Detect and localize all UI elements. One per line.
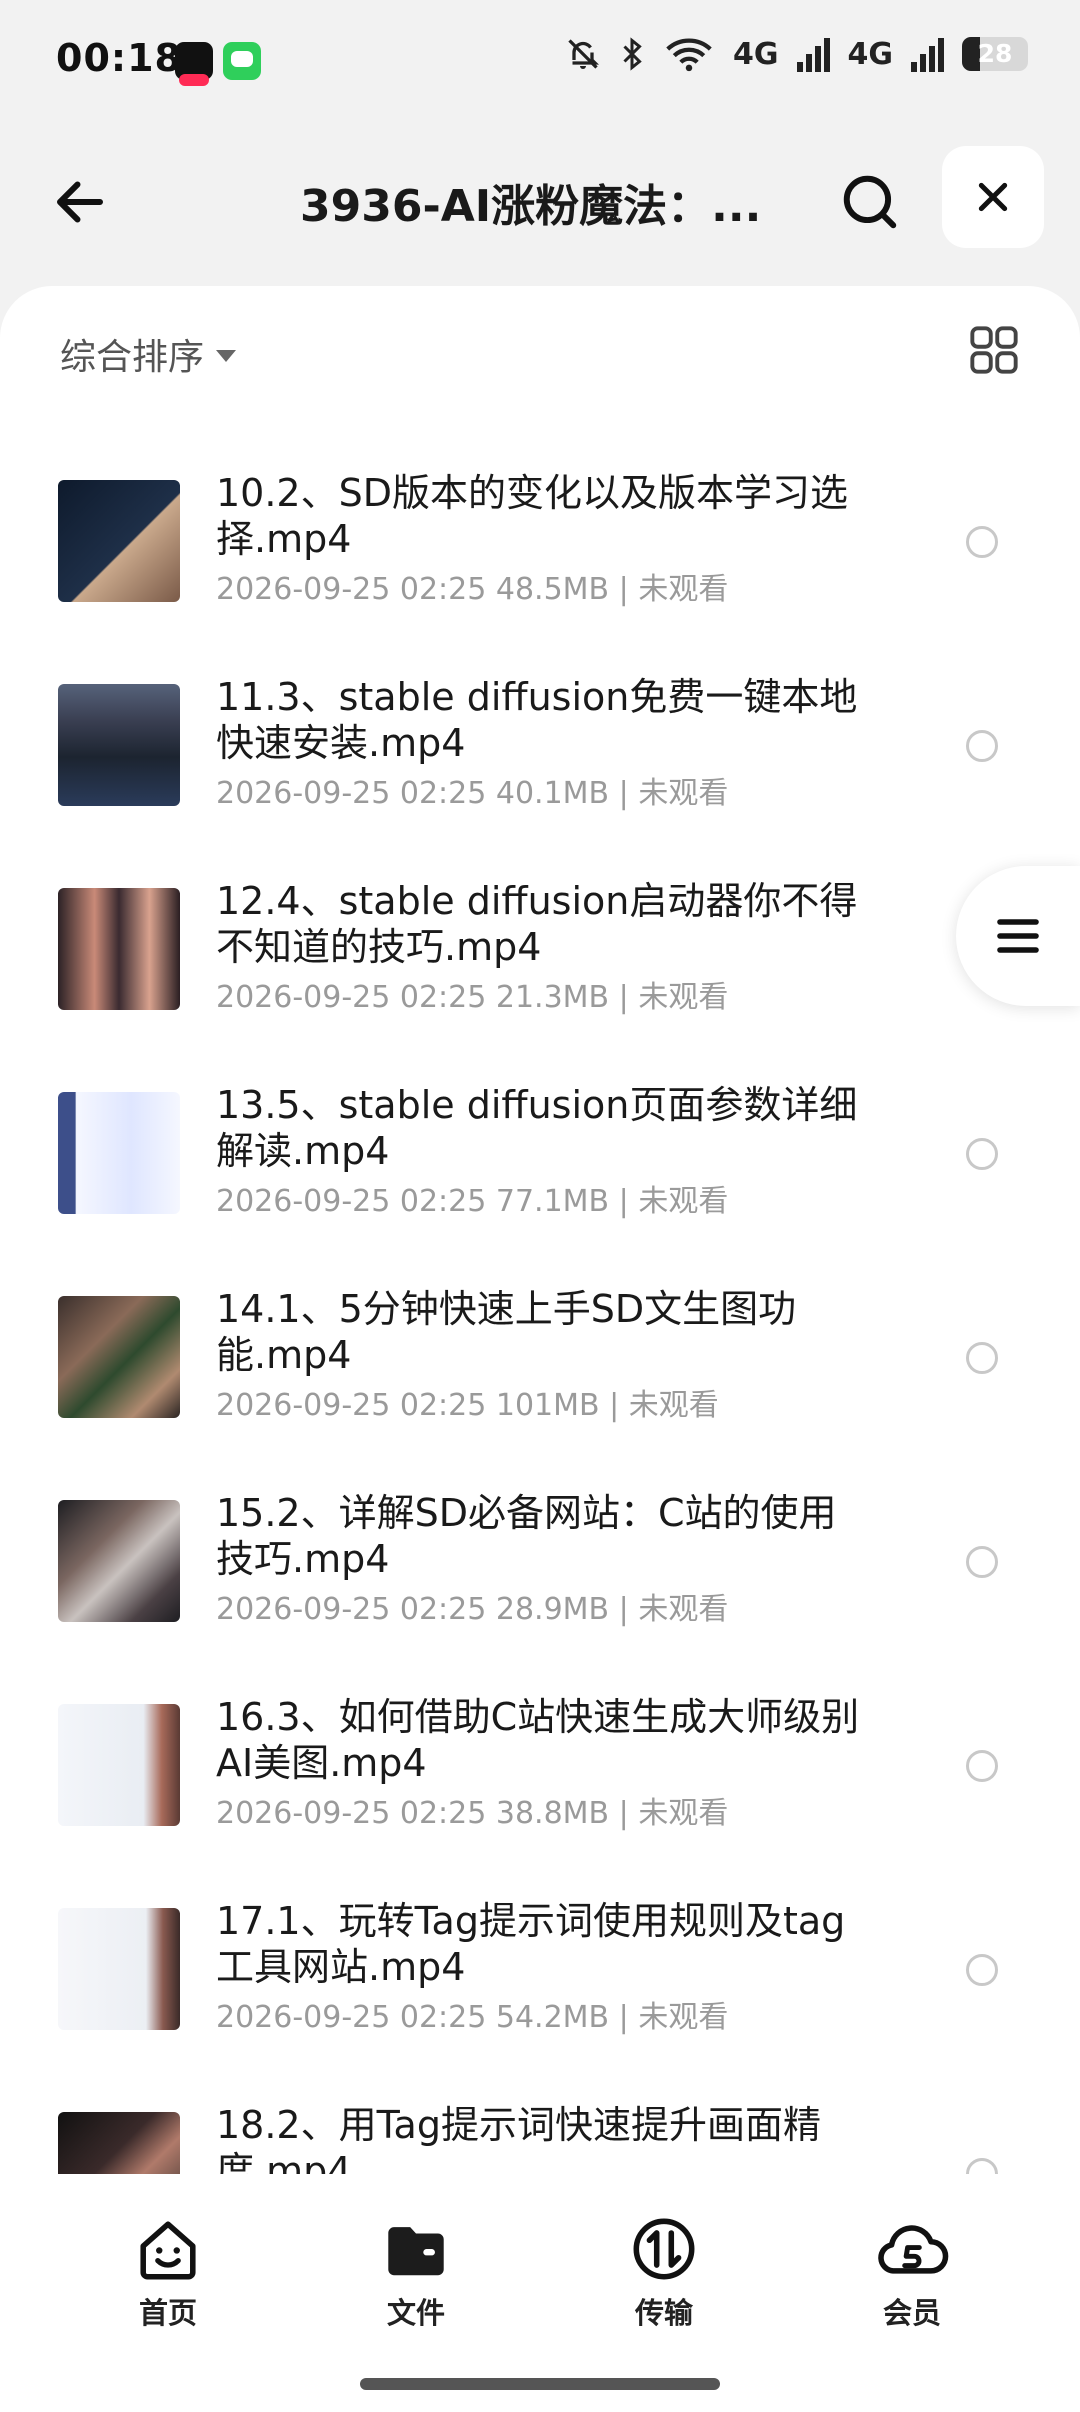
signal-icon	[911, 36, 944, 72]
sort-label: 综合排序	[60, 337, 205, 378]
file-name: 13.5、stable diffusion页面参数详细解读.mp4	[216, 1083, 858, 1173]
file-item[interactable]: 14.1、5分钟快速上手SD文生图功能.mp4 2026-09-25 02:25…	[0, 1272, 1080, 1476]
file-name: 14.1、5分钟快速上手SD文生图功能.mp4	[216, 1287, 797, 1377]
select-radio[interactable]	[966, 1138, 998, 1170]
file-item[interactable]: 17.1、玩转Tag提示词使用规则及tag工具网站.mp4 2026-09-25…	[0, 1884, 1080, 2088]
tiktok-icon	[175, 42, 213, 86]
nav-label: 文件	[386, 2296, 445, 2330]
sort-dropdown[interactable]: 综合排序	[60, 328, 237, 380]
battery-icon: 28	[962, 37, 1028, 71]
file-name: 12.4、stable diffusion启动器你不得不知道的技巧.mp4	[216, 879, 858, 969]
folder-icon	[388, 2227, 444, 2276]
select-radio[interactable]	[966, 1546, 998, 1578]
close-icon	[978, 182, 1008, 212]
file-meta: 2026-09-25 02:25 48.5MB | 未观看	[216, 572, 729, 607]
nav-transfer[interactable]: 传输	[584, 2214, 744, 2332]
wifi-icon	[666, 38, 712, 72]
video-thumbnail	[58, 888, 180, 1010]
search-icon	[843, 175, 897, 229]
select-radio[interactable]	[966, 1954, 998, 1986]
file-meta: 2026-09-25 02:25 101MB | 未观看	[216, 1388, 719, 1423]
signal-icon	[796, 36, 830, 72]
status-time: 00:18	[56, 36, 182, 80]
close-button[interactable]	[942, 146, 1044, 248]
file-item[interactable]: 11.3、stable diffusion免费一键本地快速安装.mp4 2026…	[0, 660, 1080, 864]
header: 3936-AI涨粉魔法：...	[0, 140, 1080, 260]
battery-level: 28	[977, 39, 1013, 68]
nav-files[interactable]: 文件	[336, 2214, 496, 2332]
file-item[interactable]: 13.5、stable diffusion页面参数详细解读.mp4 2026-0…	[0, 1068, 1080, 1272]
select-radio[interactable]	[966, 730, 998, 762]
mute-bell-icon	[568, 39, 599, 69]
bluetooth-icon	[623, 37, 642, 71]
file-meta: 2026-09-25 02:25 21.3MB | 未观看	[216, 980, 729, 1015]
file-name: 17.1、玩转Tag提示词使用规则及tag工具网站.mp4	[216, 1899, 846, 1989]
nav-label: 会员	[882, 2296, 941, 2330]
home-smile-icon	[140, 2221, 196, 2280]
menu-icon	[997, 919, 1039, 953]
caret-down-icon	[216, 350, 237, 362]
file-meta: 2026-09-25 02:25 40.1MB | 未观看	[216, 776, 729, 811]
nav-label: 传输	[634, 2296, 693, 2330]
file-list-panel: 综合排序 10.2、SD版本的变化以及版本学习选择.mp4 2026-09-25…	[0, 286, 1080, 2412]
bottom-nav: 首页 文件 传输 会员	[0, 2174, 1080, 2412]
file-meta: 2026-09-25 02:25 54.2MB | 未观看	[216, 2000, 729, 2035]
grid-icon[interactable]	[968, 324, 1020, 376]
transfer-icon	[633, 2218, 695, 2280]
file-name: 10.2、SD版本的变化以及版本学习选择.mp4	[216, 471, 848, 561]
network-label: 4G	[847, 36, 894, 72]
file-item[interactable]: 10.2、SD版本的变化以及版本学习选择.mp4 2026-09-25 02:2…	[0, 456, 1080, 660]
select-radio[interactable]	[966, 1342, 998, 1374]
file-meta: 2026-09-25 02:25 28.9MB | 未观看	[216, 1592, 729, 1627]
file-item[interactable]: 15.2、详解SD必备网站：C站的使用技巧.mp4 2026-09-25 02:…	[0, 1476, 1080, 1680]
video-thumbnail	[58, 480, 180, 602]
vip-cloud-icon	[878, 2225, 949, 2274]
file-meta: 2026-09-25 02:25 77.1MB | 未观看	[216, 1184, 729, 1219]
select-radio[interactable]	[966, 526, 998, 558]
nav-label: 首页	[138, 2296, 197, 2330]
video-thumbnail	[58, 1908, 180, 2030]
back-button[interactable]	[40, 162, 120, 242]
file-item[interactable]: 12.4、stable diffusion启动器你不得不知道的技巧.mp4 20…	[0, 864, 1080, 1068]
file-name: 15.2、详解SD必备网站：C站的使用技巧.mp4	[216, 1491, 837, 1581]
file-item[interactable]: 16.3、如何借助C站快速生成大师级别AI美图.mp4 2026-09-25 0…	[0, 1680, 1080, 1884]
page-title: 3936-AI涨粉魔法：...	[300, 181, 762, 232]
video-thumbnail	[58, 684, 180, 806]
select-radio[interactable]	[966, 1750, 998, 1782]
wechat-icon	[223, 42, 261, 80]
video-thumbnail	[58, 1704, 180, 1826]
file-name: 16.3、如何借助C站快速生成大师级别AI美图.mp4	[216, 1695, 860, 1785]
status-bar: 00:18 4G 4G 28	[0, 0, 1080, 120]
network-label: 4G	[733, 36, 779, 72]
search-button[interactable]	[830, 162, 910, 242]
nav-vip[interactable]: 会员	[832, 2214, 992, 2332]
video-thumbnail	[58, 1500, 180, 1622]
file-meta: 2026-09-25 02:25 38.8MB | 未观看	[216, 1796, 729, 1831]
status-icons: 4G 4G 28	[565, 36, 1028, 72]
video-thumbnail	[58, 1296, 180, 1418]
video-thumbnail	[58, 1092, 180, 1214]
nav-home[interactable]: 首页	[88, 2214, 248, 2332]
home-indicator	[360, 2378, 720, 2390]
file-name: 11.3、stable diffusion免费一键本地快速安装.mp4	[216, 675, 858, 765]
arrow-left-icon	[57, 181, 103, 223]
